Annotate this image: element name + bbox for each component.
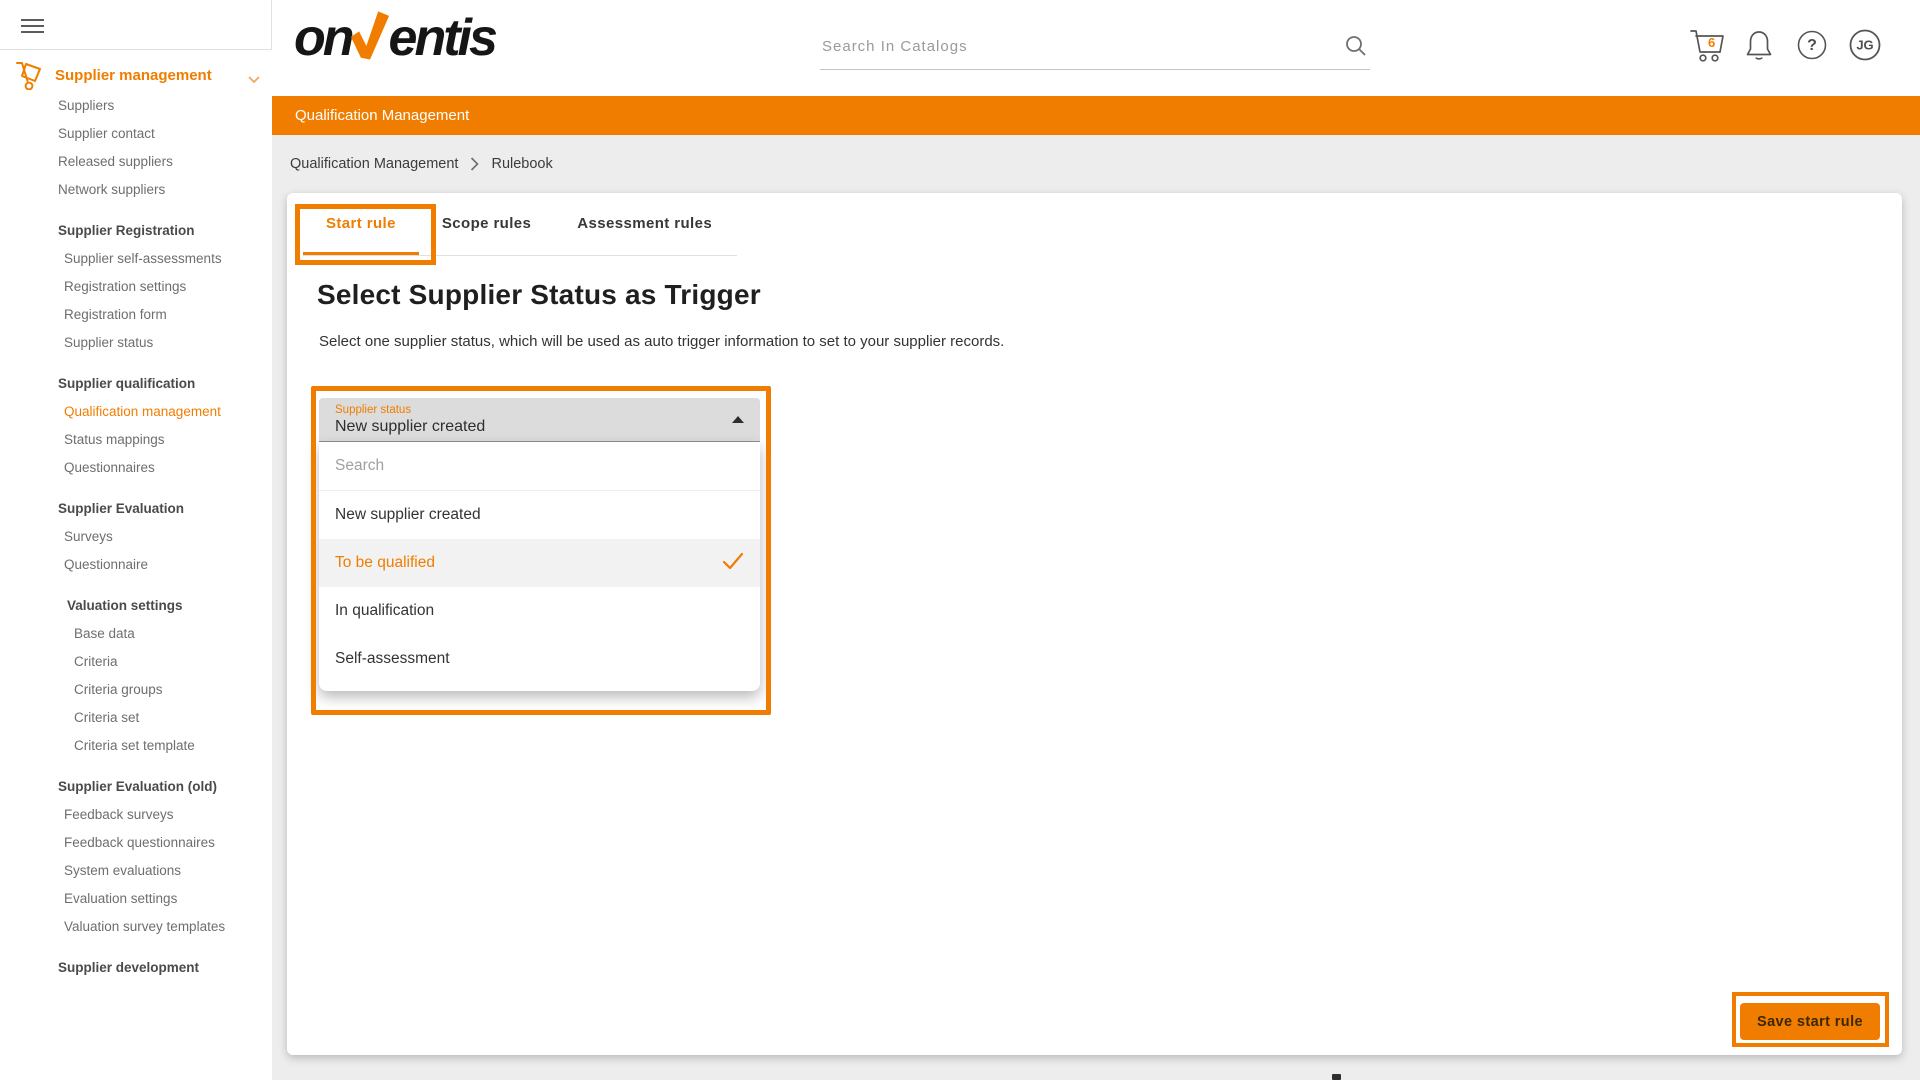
supplier-status-dropdown-panel: New supplier created To be qualified In … bbox=[319, 442, 760, 691]
notifications-bell-icon[interactable] bbox=[1744, 29, 1774, 68]
search-input[interactable] bbox=[820, 26, 1320, 66]
option-in-qualification[interactable]: In qualification bbox=[319, 587, 760, 635]
option-label: To be qualified bbox=[335, 554, 435, 571]
sidebar-item-registration-settings[interactable]: Registration settings bbox=[0, 273, 272, 301]
svg-text:6: 6 bbox=[1708, 35, 1715, 50]
sidebar-section-supplier-development: Supplier development bbox=[58, 960, 200, 975]
option-label: Self-assessment bbox=[335, 650, 450, 667]
sidebar-item-valuation-survey-templates[interactable]: Valuation survey templates bbox=[0, 913, 272, 941]
sidebar-item-questionnaires[interactable]: Questionnaires bbox=[0, 454, 272, 482]
sidebar-item-evaluation-settings[interactable]: Evaluation settings bbox=[0, 885, 272, 913]
sidebar-item-status-mappings[interactable]: Status mappings bbox=[0, 426, 272, 454]
header-icons: 6 6 ? JG bbox=[1688, 26, 1898, 70]
sidebar-item-qualification-management[interactable]: Qualification management bbox=[0, 398, 272, 426]
sidebar-item-label: Supplier management bbox=[55, 66, 212, 84]
catalog-search bbox=[820, 26, 1370, 70]
sidebar-section-supplier-qualification: Supplier qualification bbox=[58, 376, 196, 391]
content-card: Start rule Scope rules Assessment rules … bbox=[287, 193, 1902, 1055]
dropdown-search-row bbox=[319, 442, 760, 491]
checkmark-icon bbox=[722, 552, 744, 575]
search-icon[interactable] bbox=[1344, 34, 1368, 63]
sidebar-item-criteria-set-template[interactable]: Criteria set template bbox=[0, 732, 272, 760]
breadcrumb-rulebook[interactable]: Rulebook bbox=[491, 156, 552, 172]
option-label: In qualification bbox=[335, 602, 435, 619]
breadcrumb-qualification-management[interactable]: Qualification Management bbox=[290, 156, 458, 172]
banner-title: Qualification Management bbox=[295, 107, 470, 124]
supplier-status-select[interactable]: Supplier status New supplier created bbox=[319, 398, 760, 442]
sidebar-nav: Supplier management Suppliers Supplier c… bbox=[0, 50, 272, 982]
sidebar: Supplier management Suppliers Supplier c… bbox=[0, 0, 272, 1080]
page-description: Select one supplier status, which will b… bbox=[319, 333, 1005, 350]
logo-text-on: on bbox=[294, 9, 355, 67]
chevron-right-icon bbox=[470, 157, 480, 171]
sidebar-item-network-suppliers[interactable]: Network suppliers bbox=[0, 176, 272, 204]
select-value: New supplier created bbox=[335, 418, 486, 435]
sidebar-item-supplier-contact[interactable]: Supplier contact bbox=[0, 120, 272, 148]
svg-text:JG: JG bbox=[1856, 38, 1873, 53]
option-label: New supplier created bbox=[335, 506, 481, 523]
module-banner: Qualification Management bbox=[272, 96, 1920, 135]
tab-bar: Start rule Scope rules Assessment rules bbox=[303, 193, 737, 256]
logo-text-entis: entis bbox=[388, 9, 498, 67]
sidebar-item-feedback-surveys[interactable]: Feedback surveys bbox=[0, 801, 272, 829]
breadcrumb: Qualification Management Rulebook bbox=[290, 150, 553, 178]
help-icon[interactable]: ? bbox=[1796, 29, 1828, 66]
option-self-assessment[interactable]: Self-assessment bbox=[319, 635, 760, 683]
sidebar-item-questionnaire[interactable]: Questionnaire bbox=[0, 551, 272, 579]
tab-start-rule[interactable]: Start rule bbox=[303, 193, 419, 255]
bottom-edge-mark bbox=[1332, 1074, 1341, 1080]
sidebar-item-criteria-groups[interactable]: Criteria groups bbox=[0, 676, 272, 704]
option-new-supplier-created[interactable]: New supplier created bbox=[319, 491, 760, 539]
tab-scope-rules[interactable]: Scope rules bbox=[419, 193, 554, 255]
save-start-rule-button[interactable]: Save start rule bbox=[1740, 1003, 1880, 1040]
sidebar-section-valuation-settings: Valuation settings bbox=[67, 598, 183, 613]
chevron-down-icon[interactable] bbox=[248, 71, 260, 89]
sidebar-section-supplier-registration: Supplier Registration bbox=[58, 223, 195, 238]
sidebar-item-released-suppliers[interactable]: Released suppliers bbox=[0, 148, 272, 176]
select-label: Supplier status bbox=[335, 404, 412, 416]
sidebar-section-supplier-evaluation-old: Supplier Evaluation (old) bbox=[58, 779, 218, 794]
svg-text:?: ? bbox=[1807, 37, 1817, 54]
logo-check-icon bbox=[350, 11, 389, 60]
top-header: on entis 6 6 bbox=[272, 0, 1920, 96]
sidebar-top-bar bbox=[0, 0, 272, 50]
sidebar-item-registration-form[interactable]: Registration form bbox=[0, 301, 272, 329]
caret-up-icon bbox=[732, 416, 744, 423]
sidebar-item-system-evaluations[interactable]: System evaluations bbox=[0, 857, 272, 885]
avatar[interactable]: JG bbox=[1848, 28, 1882, 67]
option-to-be-qualified[interactable]: To be qualified bbox=[319, 539, 760, 587]
sidebar-item-base-data[interactable]: Base data bbox=[0, 620, 272, 648]
cart-icon[interactable]: 6 6 bbox=[1688, 26, 1728, 71]
sidebar-item-surveys[interactable]: Surveys bbox=[0, 523, 272, 551]
page-title: Select Supplier Status as Trigger bbox=[317, 279, 761, 310]
hamburger-menu-icon[interactable] bbox=[21, 19, 44, 33]
sidebar-item-feedback-questionnaires[interactable]: Feedback questionnaires bbox=[0, 829, 272, 857]
sidebar-section-supplier-evaluation: Supplier Evaluation bbox=[58, 501, 185, 516]
dropdown-search-input[interactable] bbox=[335, 457, 735, 475]
sidebar-item-supplier-self-assessments[interactable]: Supplier self-assessments bbox=[0, 245, 272, 273]
sidebar-item-supplier-management[interactable]: Supplier management bbox=[0, 58, 272, 92]
handtruck-icon bbox=[13, 60, 43, 95]
sidebar-item-criteria[interactable]: Criteria bbox=[0, 648, 272, 676]
sidebar-item-criteria-set[interactable]: Criteria set bbox=[0, 704, 272, 732]
sidebar-item-suppliers[interactable]: Suppliers bbox=[0, 92, 272, 120]
tab-assessment-rules[interactable]: Assessment rules bbox=[554, 193, 735, 255]
onventis-logo: on entis bbox=[294, 8, 498, 68]
sidebar-item-supplier-status[interactable]: Supplier status bbox=[0, 329, 272, 357]
